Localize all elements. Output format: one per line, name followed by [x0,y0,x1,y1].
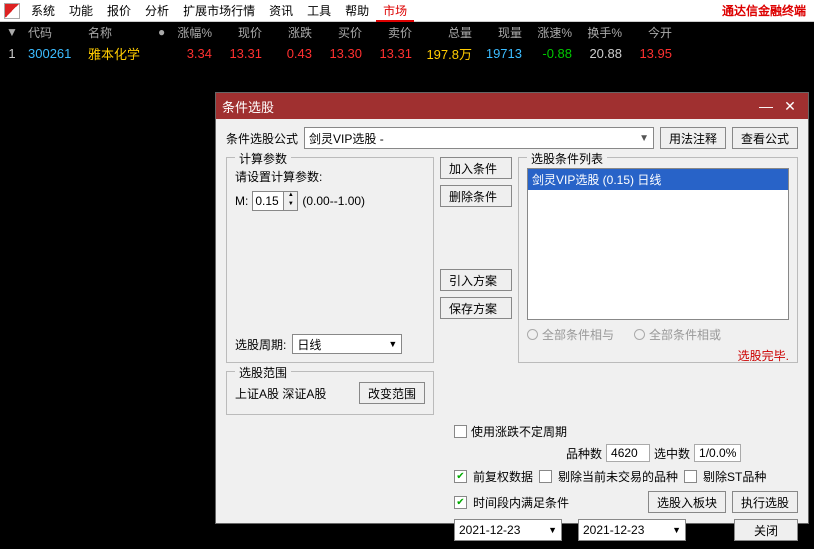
exclude-untraded-checkbox[interactable] [539,470,552,483]
brand-label: 通达信金融终端 [722,2,814,19]
stock-table-row[interactable]: 1 300261 雅本化学 3.34 13.31 0.43 13.30 13.3… [0,42,814,64]
exclude-st-checkbox[interactable] [684,470,697,483]
menu-item[interactable]: 报价 [100,0,138,22]
chevron-down-icon: ▼ [639,133,649,144]
irregular-period-checkbox[interactable] [454,425,467,438]
stock-table-header: ▼ 代码 名称 ● 涨幅% 现价 涨跌 买价 卖价 总量 现量 涨速% 换手% … [0,22,814,42]
list-item[interactable]: 剑灵VIP选股 (0.15) 日线 [528,169,788,190]
chevron-down-icon: ▼ [388,339,397,349]
app-logo-icon [4,3,20,19]
add-condition-button[interactable]: 加入条件 [440,157,512,179]
save-plan-button[interactable]: 保存方案 [440,297,512,319]
condition-list-group: 选股条件列表 剑灵VIP选股 (0.15) 日线 全部条件相与 全部条件相或 选… [518,157,798,363]
dialog-titlebar[interactable]: 条件选股 — ✕ [216,93,808,119]
menu-item[interactable]: 扩展市场行情 [176,0,262,22]
date-from[interactable]: 2021-12-23▼ [454,519,562,541]
usage-button[interactable]: 用法注释 [660,127,726,149]
radio-or[interactable]: 全部条件相或 [634,326,721,343]
menu-item[interactable]: 资讯 [262,0,300,22]
close-icon[interactable]: ✕ [778,98,802,115]
import-plan-button[interactable]: 引入方案 [440,269,512,291]
scope-group: 选股范围 上证A股 深证A股 改变范围 [226,371,434,415]
m-label: M: [235,194,248,208]
m-input[interactable] [253,192,283,210]
calc-hint: 请设置计算参数: [235,168,425,185]
minimize-icon[interactable]: — [754,98,778,114]
period-label: 选股周期: [235,336,286,353]
run-filter-button[interactable]: 执行选股 [732,491,798,513]
menu-item[interactable]: 分析 [138,0,176,22]
m-range: (0.00--1.00) [302,194,365,208]
status-done: 选股完毕. [527,347,789,364]
menu-item[interactable]: 系统 [24,0,62,22]
main-menu: 系统 功能 报价 分析 扩展市场行情 资讯 工具 帮助 市场 通达信金融终端 [0,0,814,22]
time-range-checkbox[interactable]: ✔ [454,496,467,509]
menu-item[interactable]: 功能 [62,0,100,22]
delete-condition-button[interactable]: 删除条件 [440,185,512,207]
formula-label: 条件选股公式 [226,130,298,147]
change-scope-button[interactable]: 改变范围 [359,382,425,404]
period-select[interactable]: 日线▼ [292,334,402,354]
stock-filter-dialog: 条件选股 — ✕ 条件选股公式 剑灵VIP选股 -▼ 用法注释 查看公式 计算参… [215,92,809,524]
formula-combo[interactable]: 剑灵VIP选股 -▼ [304,127,654,149]
dialog-title: 条件选股 [222,97,274,116]
fq-checkbox[interactable]: ✔ [454,470,467,483]
spin-up-icon[interactable]: ▲ [283,192,297,201]
close-button[interactable]: 关闭 [734,519,798,541]
m-spinner[interactable]: ▲▼ [252,191,298,211]
kind-count: 4620 [606,444,650,462]
view-formula-button[interactable]: 查看公式 [732,127,798,149]
menu-item[interactable]: 工具 [300,0,338,22]
menu-item-selected[interactable]: 市场 [376,0,414,22]
radio-and[interactable]: 全部条件相与 [527,326,614,343]
to-block-button[interactable]: 选股入板块 [648,491,726,513]
chevron-down-icon: ▼ [672,525,681,535]
selected-count: 1/0.0% [694,444,741,462]
menu-item[interactable]: 帮助 [338,0,376,22]
condition-listbox[interactable]: 剑灵VIP选股 (0.15) 日线 [527,168,789,320]
scope-text: 上证A股 深证A股 [235,385,326,402]
spin-down-icon[interactable]: ▼ [283,201,297,210]
chevron-down-icon: ▼ [548,525,557,535]
calc-params-group: 计算参数 请设置计算参数: M: ▲▼ (0.00--1.00) 选股周期: 日… [226,157,434,363]
date-to[interactable]: 2021-12-23▼ [578,519,686,541]
